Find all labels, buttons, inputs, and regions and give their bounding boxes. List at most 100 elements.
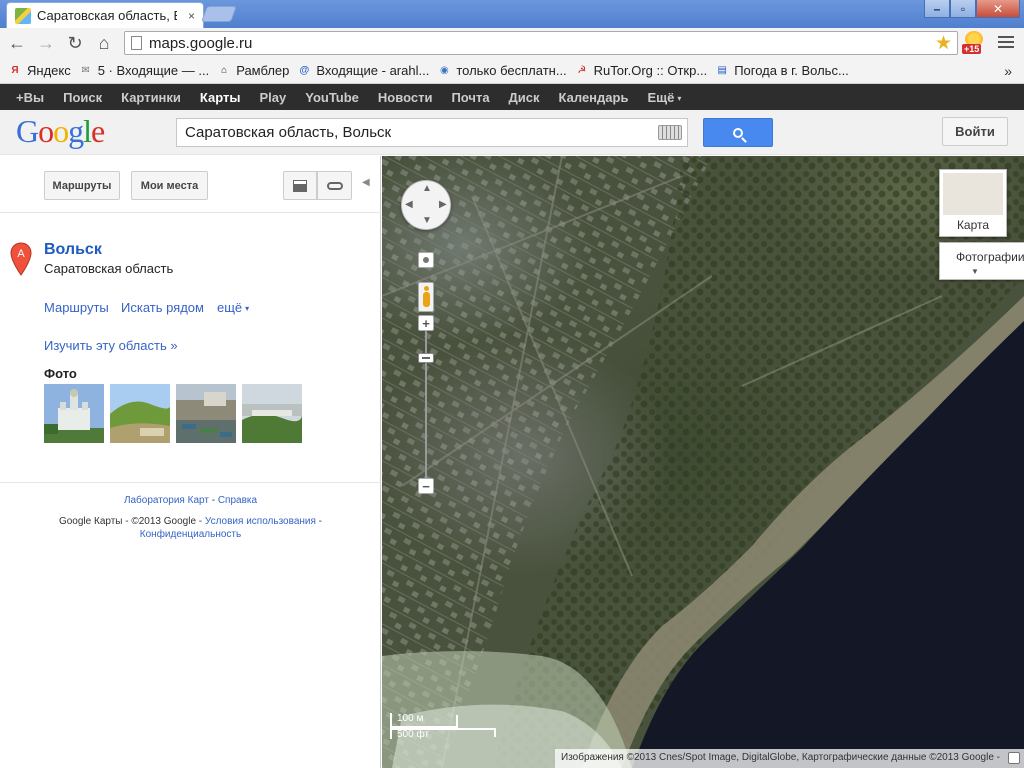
gbar-item[interactable]: Календарь (559, 90, 629, 105)
bookmark-item[interactable]: @ Входящие - arahl... (297, 63, 429, 78)
terms-link[interactable]: Условия использования (205, 516, 316, 527)
gbar-item[interactable]: Новости (378, 90, 433, 105)
explore-area-link[interactable]: Изучить эту область » (44, 338, 178, 353)
google-bar: +Вы Поиск Картинки Карты Play YouTube Новости П… (0, 84, 1024, 110)
satellite-map[interactable]: ▲ ▼ ◀ ▶ + − Карта Фотографии ▼ 100 м 500… (382, 156, 1024, 768)
bookmark-item[interactable]: ☭ RuTor.Org :: Откр... (575, 63, 708, 78)
pan-control[interactable]: ▲ ▼ ◀ ▶ (401, 180, 451, 230)
search-icon (733, 127, 743, 138)
pan-right-icon[interactable]: ▶ (439, 199, 447, 210)
more-link[interactable]: ещё ▾ (217, 300, 249, 315)
address-bar[interactable]: maps.google.ru ★ (124, 31, 958, 55)
bookmark-item[interactable]: ✉ 5 · Входящие — ... (79, 63, 210, 78)
logo-letter: o (38, 113, 54, 149)
gbar-more-menu[interactable]: Ещё ▾ (647, 90, 681, 105)
divider (0, 482, 381, 483)
zoom-slider-handle[interactable] (418, 353, 434, 363)
maps-lab-link[interactable]: Лаборатория Карт (124, 495, 209, 506)
close-window-button[interactable]: ✕ (976, 0, 1020, 18)
pan-left-icon[interactable]: ◀ (405, 199, 413, 210)
back-button[interactable]: ← (5, 31, 29, 55)
bookmark-label: Входящие - arahl... (316, 63, 430, 78)
copyright-text: Google Карты - ©2013 Google - (58, 516, 205, 527)
bookmark-label: RuTor.Org :: Откр... (593, 63, 708, 78)
minimize-button[interactable]: – (924, 0, 950, 18)
routes-link[interactable]: Маршруты (44, 300, 109, 315)
url-text: maps.google.ru (149, 34, 253, 52)
reload-button[interactable]: ↻ (63, 31, 87, 55)
photos-toggle[interactable]: Фотографии ▼ (939, 242, 1024, 280)
gbar-item[interactable]: Play (259, 90, 286, 105)
logo-letter: g (68, 113, 84, 149)
logo-letter: l (83, 113, 92, 149)
pan-up-icon[interactable]: ▲ (422, 183, 432, 194)
map-type-toggle[interactable]: Карта (939, 169, 1007, 237)
photos-heading: Фото (44, 366, 77, 381)
bookmark-item[interactable]: ◉ только бесплатн... (437, 63, 567, 78)
page-icon (131, 36, 142, 50)
bookmark-item[interactable]: ▤ Погода в г. Вольс... (715, 63, 848, 78)
bookmark-item[interactable]: Я Яндекс (8, 63, 70, 78)
keyboard-icon[interactable] (658, 125, 682, 140)
zoom-in-button[interactable]: + (418, 315, 434, 331)
bookmark-star-icon[interactable]: ★ (935, 34, 952, 53)
bookmarks-bar: Я Яндекс ✉ 5 · Входящие — ... ⌂ Рамблер @ Входя… (0, 58, 1024, 84)
sign-in-button[interactable]: Войти (942, 117, 1008, 146)
browser-tab[interactable]: Саратовская область, В × (6, 2, 204, 28)
gbar-item[interactable]: Картинки (121, 90, 181, 105)
zoom-out-button[interactable]: − (418, 478, 434, 494)
my-places-button[interactable]: Мои места (131, 171, 208, 200)
scale-tick (390, 713, 392, 728)
photo-thumbnail[interactable] (44, 384, 104, 443)
bookmark-item[interactable]: ⌂ Рамблер (217, 63, 289, 78)
help-link[interactable]: Справка (218, 495, 257, 506)
photos-toggle-label: Фотографии (956, 250, 1024, 264)
report-problem-icon[interactable] (1008, 752, 1020, 764)
place-title[interactable]: Вольск (44, 241, 102, 259)
marker-a-icon[interactable]: A (10, 242, 32, 276)
link-button[interactable] (317, 171, 352, 200)
globe-icon: ◉ (439, 65, 449, 76)
home-button[interactable]: ⌂ (92, 31, 116, 55)
gbar-item[interactable]: Диск (509, 90, 540, 105)
maximize-button[interactable]: ▫ (950, 0, 976, 18)
rutor-icon: ☭ (577, 65, 587, 76)
gbar-item[interactable]: +Вы (16, 90, 44, 105)
bookmark-label: 5 · Входящие — ... (97, 63, 210, 78)
gbar-item[interactable]: Поиск (63, 90, 102, 105)
gbar-item[interactable]: YouTube (305, 90, 359, 105)
tab-close-icon[interactable]: × (188, 9, 195, 23)
footer-separator: - (208, 495, 218, 506)
map-attribution: Изображения ©2013 Cnes/Spot Image, Digit… (555, 749, 1024, 768)
search-nearby-link[interactable]: Искать рядом (121, 300, 204, 315)
more-label: ещё (217, 300, 243, 315)
routes-button[interactable]: Маршруты (44, 171, 120, 200)
new-tab-button[interactable] (201, 6, 237, 22)
google-logo[interactable]: Google (16, 113, 105, 150)
pan-down-icon[interactable]: ▼ (422, 215, 432, 226)
chrome-menu-icon[interactable] (998, 34, 1014, 50)
window-controls: – ▫ ✕ (924, 0, 1020, 18)
print-button[interactable] (283, 171, 317, 200)
bookmark-label: только бесплатн... (456, 63, 567, 78)
side-panel: Маршруты Мои места ◀ A Вольск Саратовска… (0, 156, 381, 768)
bookmarks-overflow-button[interactable]: » (1004, 63, 1012, 79)
search-input[interactable]: Саратовская область, Вольск (176, 118, 688, 147)
gbar-item[interactable]: Карты (200, 90, 241, 105)
forward-button[interactable]: → (34, 31, 58, 55)
weather-extension[interactable]: +15 (962, 31, 988, 55)
footer-legal: Google Карты - ©2013 Google - Условия ис… (0, 515, 381, 541)
map-type-label: Карта (956, 218, 990, 232)
search-button[interactable] (703, 118, 773, 147)
photo-thumbnail[interactable] (110, 384, 170, 443)
collapse-panel-icon[interactable]: ◀ (362, 177, 370, 188)
zoom-reset-button[interactable] (418, 252, 434, 268)
home-icon: ⌂ (221, 65, 228, 76)
link-icon (326, 181, 343, 190)
pegman-icon[interactable] (418, 282, 434, 312)
attribution-text: Изображения ©2013 Cnes/Spot Image, Digit… (561, 752, 1000, 763)
photo-thumbnail[interactable] (242, 384, 302, 443)
photo-thumbnail[interactable] (176, 384, 236, 443)
gbar-item[interactable]: Почта (451, 90, 489, 105)
privacy-link[interactable]: Конфиденциальность (140, 529, 241, 540)
